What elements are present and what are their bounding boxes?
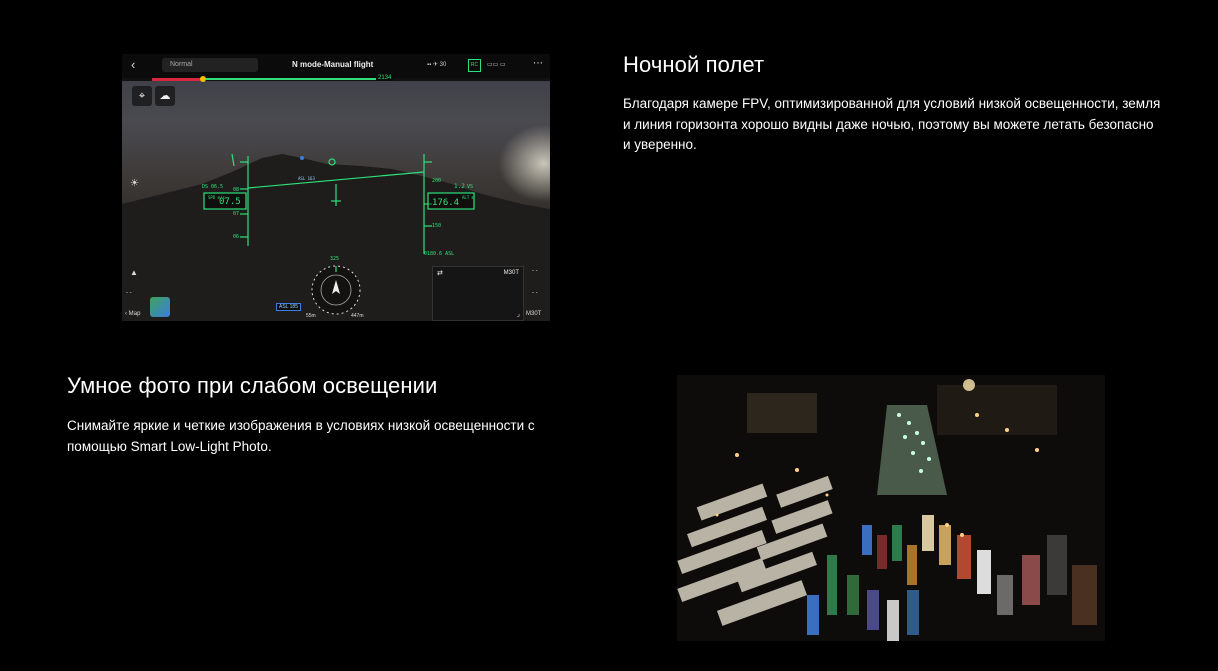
home-point-marker xyxy=(300,156,304,160)
alarm-icon[interactable]: ▲ xyxy=(130,268,138,277)
low-light-photo-heading: Умное фото при слабом освещении xyxy=(67,373,438,398)
heading-value: 325 xyxy=(330,256,339,262)
altitude-value: 176.4 xyxy=(432,198,459,208)
right-dash: - - xyxy=(532,290,538,296)
map-label: ‹ Мар xyxy=(125,311,141,317)
warehouse xyxy=(937,385,1057,435)
speed-scale-1: 07 xyxy=(233,211,239,217)
night-flight-text: Благодаря камере FPV, оптимизированной д… xyxy=(623,96,1161,152)
right-dash: - - xyxy=(532,268,538,274)
asl-indicator: ASL 185 xyxy=(276,303,301,311)
alt-scale-1: 150 xyxy=(432,223,441,229)
camera-thumbnail[interactable]: ⇄ M30T ⌟ xyxy=(432,266,524,321)
left-dash: - - xyxy=(126,290,132,296)
expand-icon[interactable]: ⌟ xyxy=(517,310,520,318)
low-light-photo-text: Снимайте яркие и четкие изображения в ус… xyxy=(67,418,535,454)
night-flight-heading: Ночной полет xyxy=(623,52,765,77)
altitude-units: ALT m xyxy=(462,195,475,200)
asl-center: ASL 163 xyxy=(298,176,315,181)
light-icon[interactable]: ☀ xyxy=(130,178,139,189)
distance-a: 55m xyxy=(306,313,316,319)
speed-scale-0: 08 xyxy=(233,187,239,193)
vs-value: 1.2 xyxy=(454,183,465,190)
alt-scale-0: 200 xyxy=(432,178,441,184)
speed-set: DS 06.5 xyxy=(202,184,223,190)
camera-label-bottom: M30T xyxy=(526,311,542,317)
compass xyxy=(311,265,361,315)
camera-label: M30T xyxy=(503,270,519,276)
map-label-text: Мар xyxy=(128,311,141,317)
container-port-photo xyxy=(677,375,1105,641)
port-scene xyxy=(677,375,1105,641)
asl-value: 0180.6 ASL xyxy=(424,251,454,257)
flood-light xyxy=(963,379,975,391)
center-reticle xyxy=(328,158,336,166)
warehouse xyxy=(747,393,817,433)
switch-camera-icon[interactable]: ⇄ xyxy=(437,269,443,277)
fpv-screenshot: ‹ Normal N mode-Manual flight ▪▪ ✈ 30 RC… xyxy=(122,54,550,321)
speed-scale-2: 06 xyxy=(233,234,239,240)
distance-b: 447m xyxy=(351,313,364,319)
roll-marker xyxy=(231,153,235,167)
map-icon[interactable] xyxy=(150,297,170,317)
speed-value: 07.5 xyxy=(219,197,241,207)
vs-label: VS xyxy=(467,184,473,190)
